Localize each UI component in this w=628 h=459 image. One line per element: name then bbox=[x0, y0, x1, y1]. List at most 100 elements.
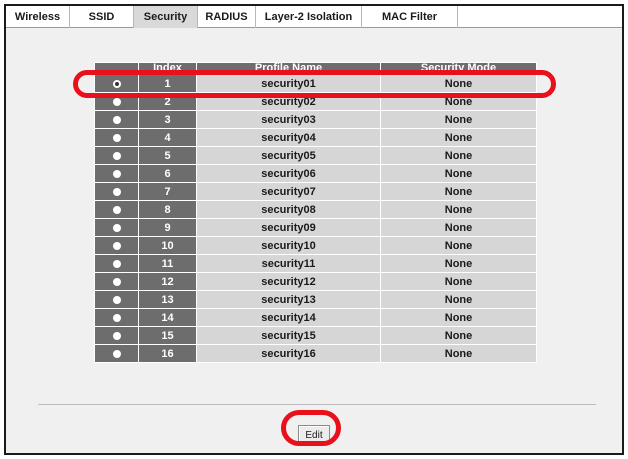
tab-layer2-isolation[interactable]: Layer-2 Isolation bbox=[256, 6, 362, 28]
row-profile-name: security06 bbox=[196, 164, 381, 183]
row-index: 11 bbox=[138, 254, 197, 273]
row-profile-name: security05 bbox=[196, 146, 381, 165]
table-row: 9 security09 None bbox=[94, 218, 537, 237]
tab-radius[interactable]: RADIUS bbox=[198, 6, 256, 28]
row-security-mode: None bbox=[380, 218, 537, 237]
row-profile-name: security13 bbox=[196, 290, 381, 309]
row-index: 14 bbox=[138, 308, 197, 327]
row-security-mode: None bbox=[380, 164, 537, 183]
row-select-radio[interactable] bbox=[112, 259, 121, 268]
table-row: 8 security08 None bbox=[94, 200, 537, 219]
row-index: 9 bbox=[138, 218, 197, 237]
row-select-cell bbox=[94, 236, 139, 255]
tab-bar: Wireless SSID Security RADIUS Layer-2 Is… bbox=[6, 6, 622, 28]
row-security-mode: None bbox=[380, 182, 537, 201]
row-profile-name: security01 bbox=[196, 74, 381, 93]
row-select-radio[interactable] bbox=[112, 313, 121, 322]
row-index: 6 bbox=[138, 164, 197, 183]
row-security-mode: None bbox=[380, 344, 537, 363]
row-profile-name: security08 bbox=[196, 200, 381, 219]
column-header-profile-name: Profile Name bbox=[196, 62, 381, 75]
row-select-cell bbox=[94, 218, 139, 237]
row-index: 15 bbox=[138, 326, 197, 345]
row-select-cell bbox=[94, 110, 139, 129]
table-row: 4 security04 None bbox=[94, 128, 537, 147]
row-select-cell bbox=[94, 200, 139, 219]
table-row: 12 security12 None bbox=[94, 272, 537, 291]
row-index: 12 bbox=[138, 272, 197, 291]
row-index: 8 bbox=[138, 200, 197, 219]
row-index: 16 bbox=[138, 344, 197, 363]
table-row: 1 security01 None bbox=[94, 74, 537, 93]
row-select-radio[interactable] bbox=[112, 205, 121, 214]
row-select-radio[interactable] bbox=[112, 349, 121, 358]
security-profile-table: Index Profile Name Security Mode 1 securi… bbox=[94, 62, 537, 363]
row-select-cell bbox=[94, 254, 139, 273]
edit-button[interactable]: Edit bbox=[298, 425, 330, 445]
row-index: 2 bbox=[138, 92, 197, 111]
row-select-radio[interactable] bbox=[112, 133, 121, 142]
row-security-mode: None bbox=[380, 110, 537, 129]
row-profile-name: security07 bbox=[196, 182, 381, 201]
column-header-index: Index bbox=[138, 62, 197, 75]
table-row: 3 security03 None bbox=[94, 110, 537, 129]
row-select-cell bbox=[94, 74, 139, 93]
row-security-mode: None bbox=[380, 326, 537, 345]
tab-bar-filler bbox=[458, 6, 622, 28]
row-select-radio[interactable] bbox=[112, 295, 121, 304]
tab-wireless[interactable]: Wireless bbox=[6, 6, 70, 28]
row-security-mode: None bbox=[380, 290, 537, 309]
row-select-radio[interactable] bbox=[112, 277, 121, 286]
row-index: 5 bbox=[138, 146, 197, 165]
divider-line bbox=[38, 404, 596, 405]
config-window: Wireless SSID Security RADIUS Layer-2 Is… bbox=[4, 4, 624, 455]
row-select-cell bbox=[94, 164, 139, 183]
row-security-mode: None bbox=[380, 92, 537, 111]
row-security-mode: None bbox=[380, 128, 537, 147]
row-profile-name: security03 bbox=[196, 110, 381, 129]
row-security-mode: None bbox=[380, 146, 537, 165]
row-index: 4 bbox=[138, 128, 197, 147]
row-select-radio[interactable] bbox=[112, 223, 121, 232]
row-index: 10 bbox=[138, 236, 197, 255]
column-header-select bbox=[94, 62, 139, 75]
row-index: 3 bbox=[138, 110, 197, 129]
row-select-cell bbox=[94, 344, 139, 363]
row-profile-name: security16 bbox=[196, 344, 381, 363]
row-select-cell bbox=[94, 182, 139, 201]
row-security-mode: None bbox=[380, 236, 537, 255]
tab-ssid[interactable]: SSID bbox=[70, 6, 134, 28]
row-select-cell bbox=[94, 290, 139, 309]
column-header-security-mode: Security Mode bbox=[380, 62, 537, 75]
tab-security[interactable]: Security bbox=[134, 6, 198, 28]
row-profile-name: security12 bbox=[196, 272, 381, 291]
tab-mac-filter[interactable]: MAC Filter bbox=[362, 6, 458, 28]
row-profile-name: security15 bbox=[196, 326, 381, 345]
row-select-cell bbox=[94, 308, 139, 327]
security-panel: Index Profile Name Security Mode 1 securi… bbox=[6, 28, 622, 453]
row-select-radio[interactable] bbox=[112, 97, 121, 106]
table-row: 14 security14 None bbox=[94, 308, 537, 327]
table-row: 11 security11 None bbox=[94, 254, 537, 273]
row-profile-name: security04 bbox=[196, 128, 381, 147]
row-select-radio[interactable] bbox=[112, 331, 121, 340]
row-select-radio[interactable] bbox=[112, 241, 121, 250]
table-header-row: Index Profile Name Security Mode bbox=[94, 62, 537, 75]
row-index: 7 bbox=[138, 182, 197, 201]
row-profile-name: security11 bbox=[196, 254, 381, 273]
row-select-cell bbox=[94, 272, 139, 291]
row-security-mode: None bbox=[380, 254, 537, 273]
row-select-radio[interactable] bbox=[112, 187, 121, 196]
row-profile-name: security14 bbox=[196, 308, 381, 327]
row-select-cell bbox=[94, 92, 139, 111]
row-security-mode: None bbox=[380, 308, 537, 327]
row-select-radio[interactable] bbox=[112, 169, 121, 178]
table-row: 2 security02 None bbox=[94, 92, 537, 111]
row-select-radio[interactable] bbox=[112, 151, 121, 160]
row-select-radio[interactable] bbox=[112, 79, 121, 88]
row-select-cell bbox=[94, 128, 139, 147]
table-row: 5 security05 None bbox=[94, 146, 537, 165]
row-index: 13 bbox=[138, 290, 197, 309]
row-profile-name: security10 bbox=[196, 236, 381, 255]
row-select-radio[interactable] bbox=[112, 115, 121, 124]
